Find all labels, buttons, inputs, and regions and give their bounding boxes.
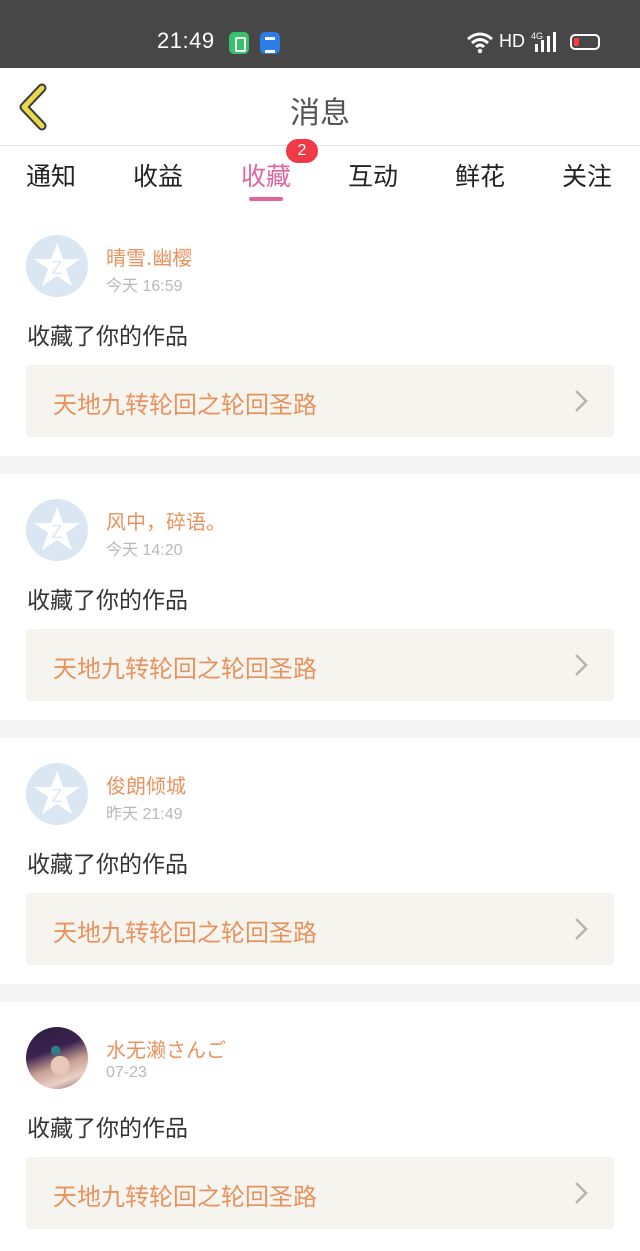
tab-following[interactable]: 关注: [562, 157, 612, 193]
default-avatar-icon[interactable]: Z: [26, 763, 88, 825]
work-link[interactable]: 天地九转轮回之轮回圣路: [26, 629, 614, 701]
active-tab-indicator: [249, 197, 283, 201]
work-link[interactable]: 天地九转轮回之轮回圣路: [26, 1157, 614, 1229]
signal-label: 4G: [531, 31, 543, 41]
action-text: 收藏了你的作品: [27, 588, 188, 614]
status-time: 21:49: [157, 28, 215, 53]
app-blue-icon: [260, 32, 280, 54]
page-title: 消息: [290, 96, 350, 131]
user-photo-avatar[interactable]: [26, 1027, 88, 1089]
tab-interactions[interactable]: 互动: [348, 157, 398, 193]
message-list: Z 晴雪.幽樱 今天 16:59 收藏了你的作品 天地九转轮回之轮回圣路 Z 风…: [0, 210, 640, 1248]
network-label: HD: [499, 31, 525, 51]
username[interactable]: 水无濑さんご: [106, 1034, 226, 1063]
work-title: 天地九转轮回之轮回圣路: [53, 391, 317, 419]
action-text: 收藏了你的作品: [27, 324, 188, 350]
list-item: Z 风中，碎语。 今天 14:20 收藏了你的作品 天地九转轮回之轮回圣路: [0, 474, 640, 720]
battery-low-icon: [570, 34, 600, 50]
timestamp: 今天 16:59: [106, 278, 183, 295]
work-title: 天地九转轮回之轮回圣路: [53, 919, 317, 947]
default-avatar-icon[interactable]: Z: [26, 235, 88, 297]
action-text: 收藏了你的作品: [27, 1116, 188, 1142]
status-bar: 21:49 HD 4G: [0, 0, 640, 68]
username[interactable]: 晴雪.幽樱: [106, 242, 192, 271]
work-title: 天地九转轮回之轮回圣路: [53, 1183, 317, 1211]
divider: [0, 456, 640, 474]
work-link[interactable]: 天地九转轮回之轮回圣路: [26, 365, 614, 437]
tab-bar: 通知 收益 收藏 2 互动 鲜花 关注: [0, 139, 640, 209]
app-green-icon: [229, 32, 249, 54]
work-title: 天地九转轮回之轮回圣路: [53, 655, 317, 683]
divider: [0, 720, 640, 738]
timestamp: 今天 14:20: [106, 542, 183, 559]
chevron-right-icon: [575, 918, 588, 940]
favorites-count-badge: 2: [286, 139, 318, 163]
tab-flowers[interactable]: 鲜花: [455, 157, 505, 193]
timestamp: 07-23: [106, 1064, 147, 1081]
chevron-right-icon: [575, 390, 588, 412]
tab-notifications[interactable]: 通知: [26, 157, 76, 193]
list-item: Z 俊朗倾城 昨天 21:49 收藏了你的作品 天地九转轮回之轮回圣路: [0, 738, 640, 984]
nav-header: 消息: [0, 68, 640, 146]
divider: [0, 984, 640, 1002]
list-item: Z 晴雪.幽樱 今天 16:59 收藏了你的作品 天地九转轮回之轮回圣路: [0, 210, 640, 456]
username[interactable]: 风中，碎语。: [106, 506, 226, 535]
svg-text:Z: Z: [52, 786, 63, 806]
signal-icon: 4G: [531, 31, 556, 52]
list-item: 水无濑さんご 07-23 收藏了你的作品 天地九转轮回之轮回圣路: [0, 1002, 640, 1248]
chevron-right-icon: [575, 654, 588, 676]
timestamp: 昨天 21:49: [106, 806, 183, 823]
svg-text:Z: Z: [52, 258, 63, 278]
work-link[interactable]: 天地九转轮回之轮回圣路: [26, 893, 614, 965]
default-avatar-icon[interactable]: Z: [26, 499, 88, 561]
tab-favorites[interactable]: 收藏: [241, 157, 291, 193]
tab-earnings[interactable]: 收益: [133, 157, 183, 193]
action-text: 收藏了你的作品: [27, 852, 188, 878]
svg-text:Z: Z: [52, 522, 63, 542]
wifi-icon: [467, 32, 493, 54]
username[interactable]: 俊朗倾城: [106, 770, 186, 799]
chevron-right-icon: [575, 1182, 588, 1204]
